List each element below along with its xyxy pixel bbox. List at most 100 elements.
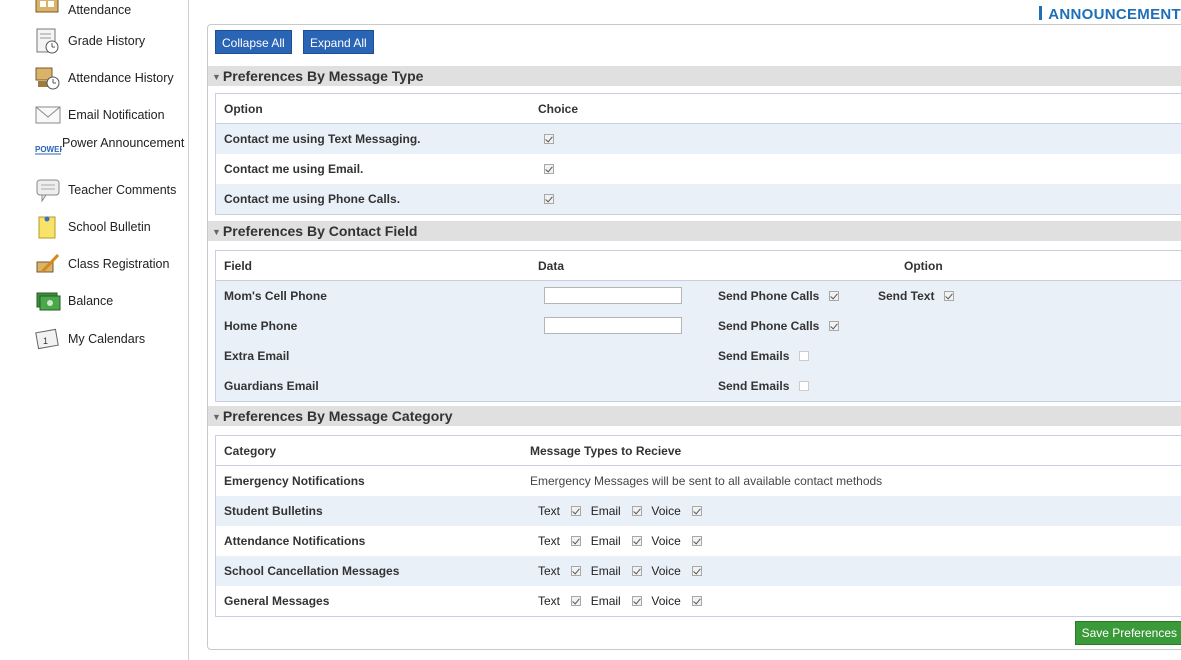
sidebar-item-teacher-comments[interactable]: Teacher Comments [34, 176, 176, 204]
sidebar-item-label: Attendance History [68, 70, 174, 85]
category-label: Attendance Notifications [224, 534, 366, 548]
power-announcement-icon: POWER [34, 140, 65, 160]
sidebar-item-attendance[interactable]: Attendance [34, 0, 131, 24]
text-checkbox[interactable] [571, 566, 582, 576]
sidebar-item-balance[interactable]: Balance [34, 287, 113, 315]
col-header-category: Category [224, 444, 277, 458]
svg-text:POWER: POWER [35, 145, 62, 154]
title-bar [1039, 6, 1043, 20]
text-checkbox[interactable] [571, 506, 582, 516]
sidebar-item-school-bulletin[interactable]: School Bulletin [34, 213, 151, 241]
send-phone-calls-checkbox[interactable] [828, 321, 839, 331]
section-title: Preferences By Contact Field [222, 223, 418, 239]
attendance-history-icon [34, 64, 62, 92]
send-emails-checkbox[interactable] [798, 381, 809, 391]
comments-icon [34, 176, 62, 204]
emergency-note: Emergency Messages will be sent to all a… [530, 474, 883, 488]
text-label: Text [538, 564, 561, 578]
balance-icon [34, 287, 62, 315]
option-label: Contact me using Phone Calls. [224, 192, 401, 206]
table-header: Category Message Types to Recieve [216, 436, 1181, 466]
message-type-options: Text Email Voice [538, 496, 703, 526]
sidebar-item-label: Class Registration [68, 256, 170, 271]
moms-cell-phone-input[interactable] [544, 287, 682, 304]
contact-field-table: Field Data Option Mom's Cell Phone Send … [215, 250, 1181, 402]
section-header-message-type[interactable]: ▼ Preferences By Message Type [208, 66, 1181, 86]
option-label: Contact me using Text Messaging. [224, 132, 421, 146]
voice-checkbox[interactable] [692, 506, 703, 516]
save-preferences-button[interactable]: Save Preferences [1074, 621, 1181, 645]
send-text-option: Send Text [878, 281, 954, 311]
collapse-all-button[interactable]: Collapse All [215, 30, 292, 54]
email-checkbox[interactable] [632, 506, 643, 516]
section-header-message-category[interactable]: ▼ Preferences By Message Category [208, 406, 1181, 426]
send-phone-calls-checkbox[interactable] [828, 291, 839, 301]
sidebar-item-class-registration[interactable]: Class Registration [34, 250, 169, 278]
email-label: Email [590, 534, 621, 548]
email-checkbox[interactable] [632, 536, 643, 546]
phone-calls-checkbox[interactable] [544, 194, 554, 204]
option-label: Send Text [878, 289, 935, 303]
email-checkbox[interactable] [544, 164, 554, 174]
field-label: Extra Email [224, 349, 290, 363]
sidebar-item-label: Grade History [68, 33, 146, 48]
table-row: Contact me using Phone Calls. [216, 184, 1181, 214]
svg-text:1: 1 [43, 336, 48, 346]
sidebar-item-attendance-history[interactable]: Attendance History [34, 64, 174, 92]
collapse-triangle-icon: ▼ [212, 412, 221, 422]
category-label: Student Bulletins [224, 504, 323, 518]
voice-checkbox[interactable] [692, 596, 703, 606]
sidebar-item-email-notification[interactable]: Email Notification [34, 101, 165, 129]
section-header-contact-field[interactable]: ▼ Preferences By Contact Field [208, 221, 1181, 241]
col-header-choice: Choice [538, 102, 579, 116]
option-label: Send Phone Calls [718, 319, 820, 333]
table-row: Attendance Notifications Text Email Voic… [216, 526, 1181, 556]
section-title: Preferences By Message Type [222, 68, 424, 84]
page-title: ANNOUNCEMENT [1039, 6, 1181, 23]
sidebar-item-label: Teacher Comments [68, 182, 177, 197]
collapse-triangle-icon: ▼ [212, 227, 221, 237]
option-label: Send Emails [718, 379, 790, 393]
col-header-option: Option [904, 259, 943, 273]
table-row: Student Bulletins Text Email Voice [216, 496, 1181, 526]
preferences-panel: Collapse All Expand All ▼ Preferences By … [207, 24, 1181, 650]
text-checkbox[interactable] [571, 596, 582, 606]
sidebar-item-label: Power Announcement [62, 136, 185, 150]
email-label: Email [590, 564, 621, 578]
sidebar-item-grade-history[interactable]: Grade History [34, 27, 145, 55]
message-category-table: Category Message Types to Recieve Emerge… [215, 435, 1181, 617]
category-label: Emergency Notifications [224, 474, 365, 488]
sidebar-item-my-calendars[interactable]: 1 My Calendars [34, 325, 145, 353]
voice-label: Voice [651, 504, 681, 518]
table-row: Guardians Email Send Emails [216, 371, 1181, 401]
sidebar-item-label: Balance [68, 293, 114, 308]
voice-label: Voice [651, 534, 681, 548]
col-header-data: Data [538, 259, 565, 273]
send-text-checkbox[interactable] [943, 291, 954, 301]
text-label: Text [538, 534, 561, 548]
text-messaging-checkbox[interactable] [544, 134, 554, 144]
sidebar-item-power-announcement[interactable]: POWER Power Announcement [34, 136, 184, 160]
option-label: Contact me using Email. [224, 162, 364, 176]
text-checkbox[interactable] [571, 536, 582, 546]
email-checkbox[interactable] [632, 596, 643, 606]
field-label: Home Phone [224, 319, 298, 333]
voice-checkbox[interactable] [692, 566, 703, 576]
table-row: Mom's Cell Phone Send Phone Calls Send T… [216, 281, 1181, 311]
col-header-option: Option [224, 102, 263, 116]
voice-label: Voice [651, 594, 681, 608]
sidebar: Attendance Grade History Attendance Hist… [10, 0, 189, 660]
option-label: Send Phone Calls [718, 289, 820, 303]
send-emails-option: Send Emails [718, 371, 809, 401]
send-emails-checkbox[interactable] [798, 351, 809, 361]
attendance-icon [34, 0, 62, 24]
home-phone-input[interactable] [544, 317, 682, 334]
option-label: Send Emails [718, 349, 790, 363]
sidebar-item-label: My Calendars [68, 331, 146, 346]
field-label: Mom's Cell Phone [224, 289, 327, 303]
bulletin-icon [34, 213, 62, 241]
table-row: General Messages Text Email Voice [216, 586, 1181, 616]
voice-checkbox[interactable] [692, 536, 703, 546]
email-checkbox[interactable] [632, 566, 643, 576]
expand-all-button[interactable]: Expand All [303, 30, 374, 54]
